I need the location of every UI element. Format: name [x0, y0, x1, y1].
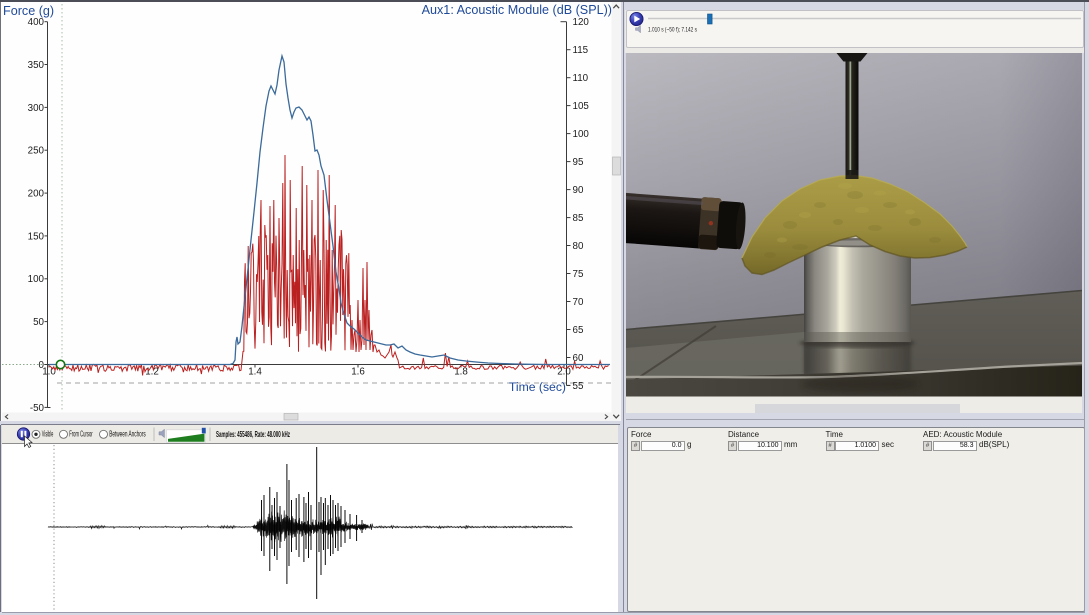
svg-text:1.6: 1.6 [351, 367, 365, 378]
svg-text:200: 200 [28, 189, 45, 200]
svg-text:65: 65 [573, 325, 584, 336]
svg-text:70: 70 [573, 297, 584, 308]
svg-text:120: 120 [573, 17, 590, 28]
svg-text:95: 95 [573, 157, 584, 168]
svg-text:80: 80 [573, 241, 584, 252]
svg-text:75: 75 [573, 269, 584, 280]
svg-text:110: 110 [573, 73, 589, 84]
svg-text:400: 400 [28, 17, 45, 28]
svg-text:Aux1: Acoustic Module (dB (SPL: Aux1: Acoustic Module (dB (SPL)) [422, 3, 612, 17]
svg-text:300: 300 [28, 103, 45, 114]
svg-text:Samples: 455486, Rate: 48.000: Samples: 455486, Rate: 48.000 kHz [216, 430, 290, 439]
svg-text:100: 100 [573, 129, 590, 140]
svg-text:55: 55 [573, 381, 584, 392]
svg-text:Visible: Visible [42, 430, 54, 439]
svg-text:105: 105 [573, 101, 590, 112]
svg-text:100: 100 [28, 274, 45, 285]
svg-text:85: 85 [573, 213, 584, 224]
svg-text:115: 115 [573, 45, 589, 56]
svg-text:90: 90 [573, 185, 584, 196]
svg-text:Between Anchors: Between Anchors [109, 430, 146, 439]
svg-text:-50: -50 [30, 403, 45, 414]
svg-text:Time (sec): Time (sec) [509, 380, 566, 394]
svg-text:50: 50 [33, 317, 44, 328]
svg-text:From Cursor: From Cursor [69, 430, 93, 439]
svg-text:1.010 s (~50 f); 7.142 s: 1.010 s (~50 f); 7.142 s [648, 26, 698, 33]
svg-text:Force (g): Force (g) [3, 4, 54, 18]
svg-text:250: 250 [28, 146, 45, 157]
svg-text:150: 150 [28, 231, 45, 242]
svg-text:350: 350 [28, 60, 45, 71]
svg-text:1.4: 1.4 [248, 367, 262, 378]
